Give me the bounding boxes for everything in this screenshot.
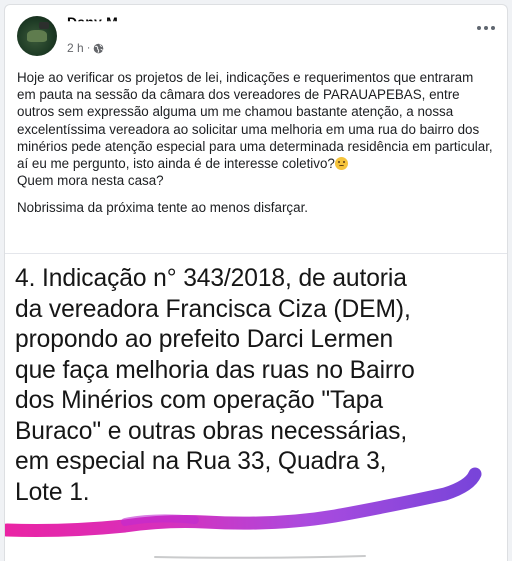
post-paragraph: Quem mora nesta casa?: [17, 173, 164, 189]
avatar-camera-shape: [39, 22, 49, 29]
image-text-line: Buraco" e outras obras necessárias,: [15, 417, 408, 445]
paragraph-text: Hoje ao verificar os projetos de lei, in…: [17, 70, 493, 172]
post-paragraph: Hoje ao verificar os projetos de lei, in…: [17, 69, 495, 172]
post-card: Dany M 2 h · Hoje ao verificar os projet…: [4, 4, 508, 561]
avatar[interactable]: [17, 16, 57, 56]
post-meta: 2 h ·: [67, 41, 104, 55]
author-name[interactable]: Dany M: [67, 14, 118, 21]
image-text-line: da vereadora Francisca Ciza (DEM),: [15, 295, 411, 323]
more-dot: [484, 26, 488, 30]
image-text-line: propondo ao prefeito Darci Lermen: [15, 326, 394, 353]
unamused-face-emoji: [334, 157, 348, 171]
image-document-text: 4. Indicação n° 343/2018, de autoria da …: [15, 264, 505, 508]
post-time[interactable]: 2 h: [67, 41, 84, 55]
image-text-line: 4. Indicação n° 343/2018, de autoria: [15, 265, 407, 292]
image-text-line: Lote 1.: [15, 478, 90, 506]
meta-separator: ·: [86, 42, 91, 54]
image-text-line: que faça melhoria das ruas no Bairro: [15, 356, 415, 384]
post-header: Dany M 2 h ·: [5, 5, 507, 59]
globe-icon[interactable]: [93, 43, 104, 54]
image-text-line: dos Minérios com operação "Tapa: [15, 387, 383, 414]
more-dot: [491, 26, 495, 30]
post-paragraph: Nobrissima da próxima tente ao menos dis…: [17, 200, 309, 216]
more-dot: [477, 26, 481, 30]
image-text-line: em especial na Rua 33, Quadra 3,: [15, 448, 387, 475]
post-text: Hoje ao verificar os projetos de lei, in…: [17, 69, 495, 217]
avatar-tree-shape: [27, 30, 47, 42]
more-options-button[interactable]: [475, 19, 497, 37]
post-image[interactable]: 4. Indicação n° 343/2018, de autoria da …: [5, 253, 507, 561]
